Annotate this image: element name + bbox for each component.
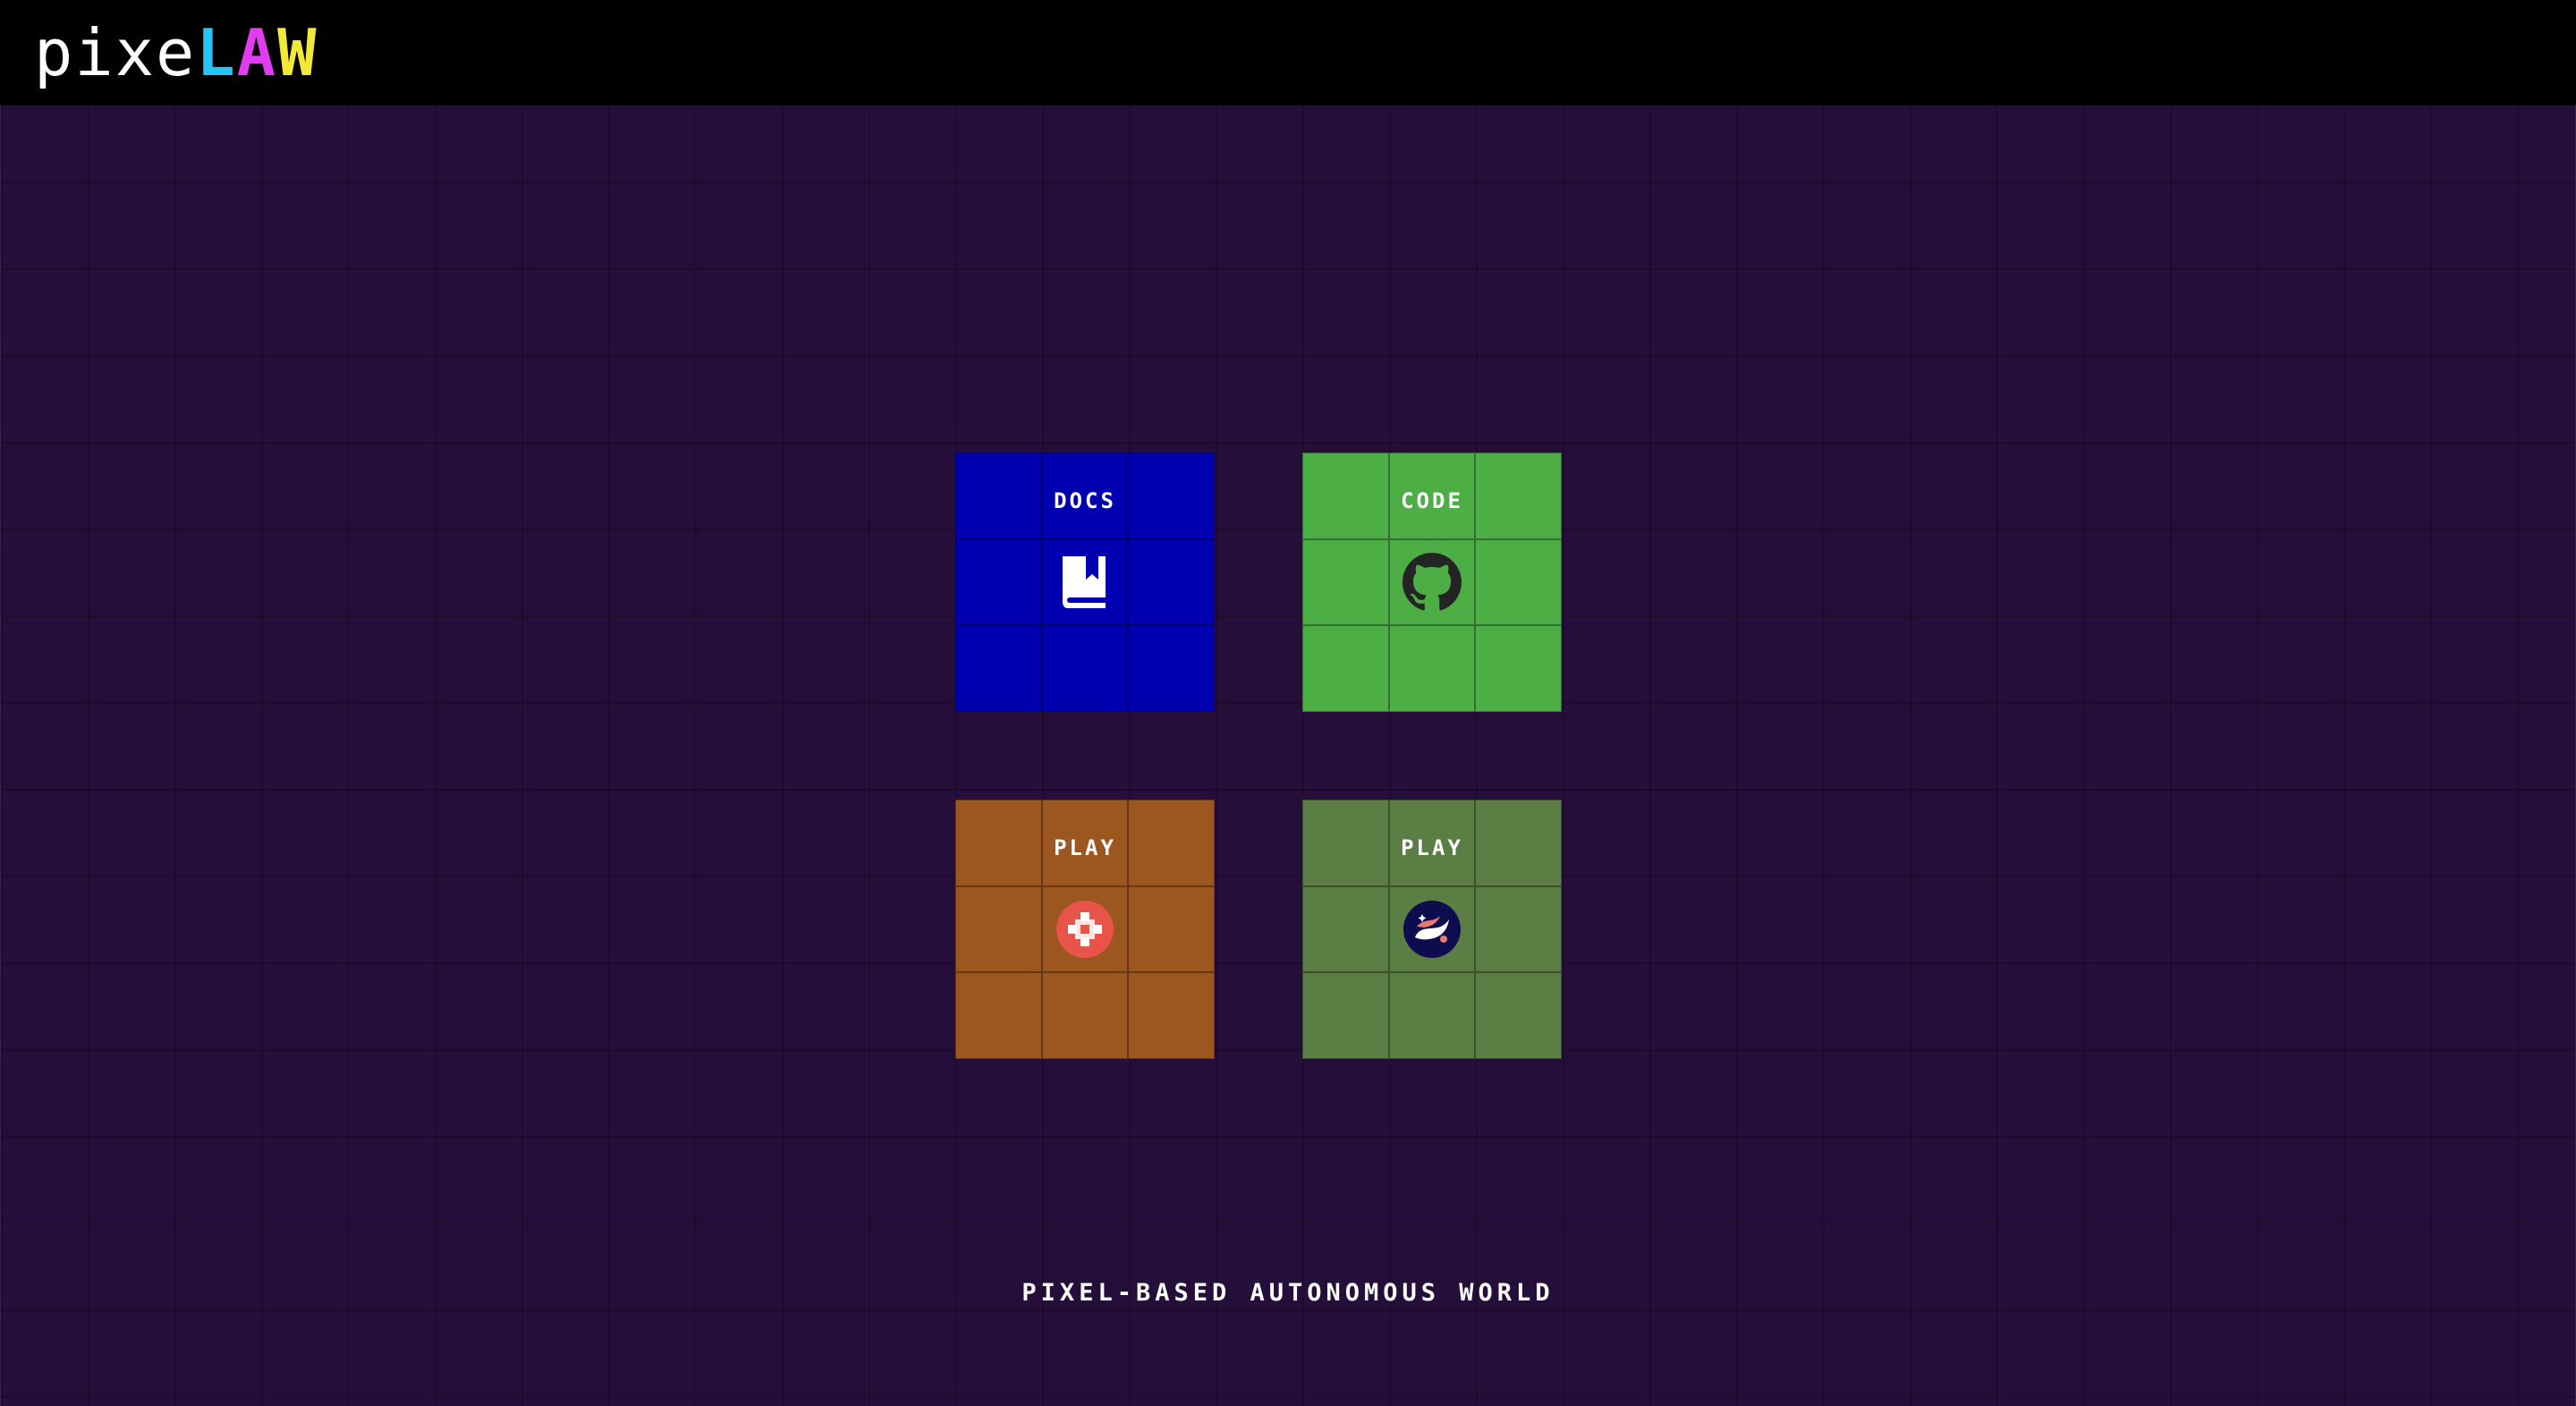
code-tile[interactable]: CODE <box>1302 453 1562 712</box>
tile-cell <box>1302 538 1389 626</box>
tile-cell <box>1302 885 1389 973</box>
tile-cell <box>1388 972 1476 1059</box>
tagline: PIXEL-BASED AUTONOMOUS WORLD <box>1021 1279 1555 1307</box>
logo-letter-w: W <box>277 15 318 90</box>
tile-cell <box>1302 625 1389 712</box>
logo-letter-a: A <box>236 15 278 90</box>
tile-cell <box>1302 972 1389 1059</box>
pixel-grid-canvas <box>0 106 2576 1406</box>
top-bar: pixe L A W <box>0 0 2576 106</box>
pixel-flower-icon <box>1054 898 1116 961</box>
tile-cell <box>1475 885 1562 973</box>
tile-cell <box>1475 625 1562 712</box>
tile-cell <box>1128 972 1215 1059</box>
play-label: PLAY <box>1054 835 1116 860</box>
tile-cell <box>1388 625 1476 712</box>
docs-label: DOCS <box>1054 488 1116 513</box>
tile-cell <box>1475 972 1562 1059</box>
play-tile-secondary[interactable]: PLAY <box>1302 800 1562 1059</box>
logo-prefix: pixe <box>34 15 197 90</box>
github-icon <box>1401 551 1463 614</box>
tile-cell <box>1041 625 1129 712</box>
logo-letter-l: L <box>196 15 237 90</box>
tile-cell <box>955 625 1042 712</box>
tile-cell <box>1128 625 1215 712</box>
pixelaw-logo[interactable]: pixe L A W <box>34 15 318 90</box>
tile-cell <box>955 972 1042 1059</box>
book-icon <box>1054 551 1116 614</box>
docs-tile[interactable]: DOCS <box>955 453 1215 712</box>
tile-cell <box>1128 885 1215 973</box>
play-tile-primary[interactable]: PLAY <box>955 800 1215 1059</box>
tile-cell <box>1128 538 1215 626</box>
tile-cell <box>955 538 1042 626</box>
play-label: PLAY <box>1401 835 1463 860</box>
tile-cell <box>955 885 1042 973</box>
starknet-icon <box>1401 898 1463 961</box>
code-label: CODE <box>1401 488 1463 513</box>
tile-cell <box>1041 972 1129 1059</box>
logo-law: L A W <box>196 15 318 90</box>
tile-cell <box>1475 538 1562 626</box>
